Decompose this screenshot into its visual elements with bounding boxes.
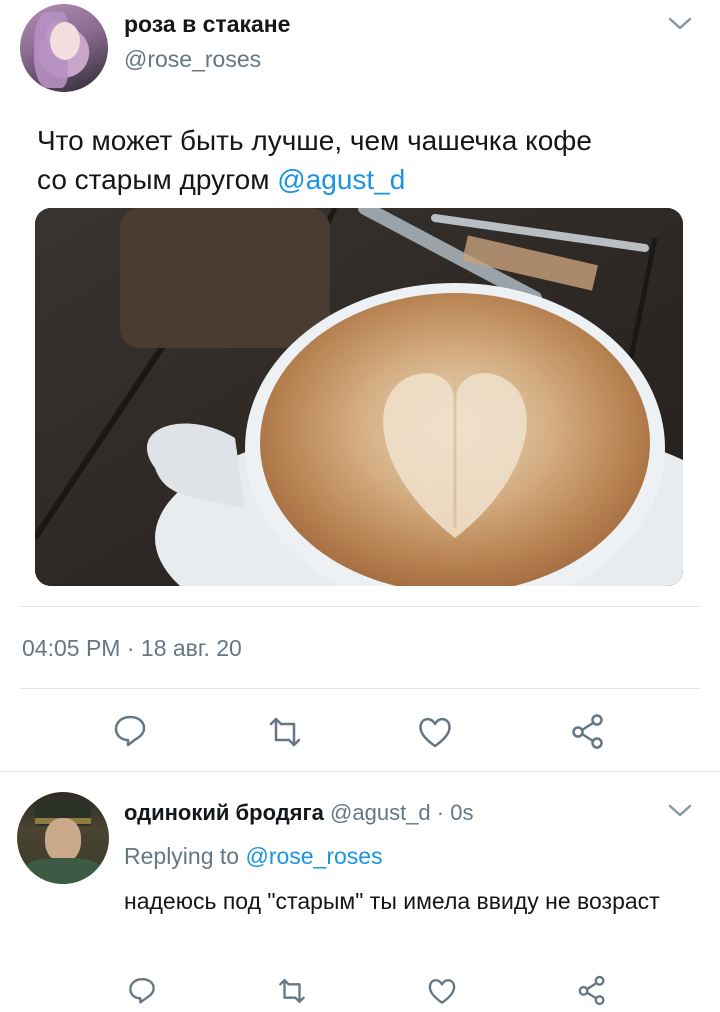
avatar-face (45, 818, 81, 862)
avatar[interactable] (17, 792, 109, 884)
avatar-face (50, 22, 80, 60)
timestamp: 04:05 PM · 18 авг. 20 (22, 635, 242, 662)
heart-icon[interactable] (415, 712, 455, 752)
mention-link[interactable]: @agust_d (277, 164, 405, 195)
share-icon[interactable] (572, 970, 612, 1010)
reply-icon[interactable] (110, 710, 150, 750)
tweet-text: Что может быть лучше, чем чашечка кофе с… (37, 121, 697, 199)
avatar[interactable] (20, 4, 108, 92)
display-name[interactable]: роза в стакане (124, 11, 290, 38)
chevron-down-icon[interactable] (667, 803, 693, 819)
replying-to-handle[interactable]: @rose_roses (245, 843, 382, 869)
replying-to-label: Replying to (124, 843, 246, 869)
reply-display-name[interactable]: одинокий бродяга (124, 800, 324, 825)
reply-text: надеюсь под "старым" ты имела ввиду не в… (124, 888, 660, 914)
share-icon[interactable] (568, 711, 608, 751)
reply-time-separator: · (430, 800, 451, 825)
reply-header: одинокий бродяга @agust_d · 0s (124, 800, 473, 826)
tweet-text-line1: Что может быть лучше, чем чашечка кофе (37, 125, 592, 156)
divider (20, 606, 700, 607)
retweet-icon[interactable] (265, 712, 305, 752)
chevron-down-icon[interactable] (667, 16, 693, 32)
date-separator: · (120, 635, 141, 661)
tweet-photo[interactable] (35, 208, 683, 586)
replying-to: Replying to @rose_roses (124, 843, 383, 870)
tweet-time: 04:05 PM (22, 635, 121, 661)
user-handle[interactable]: @rose_roses (124, 46, 261, 73)
reply-handle[interactable]: @agust_d (330, 800, 431, 825)
heart-icon[interactable] (422, 971, 462, 1011)
tweet-text-line2: со старым другом (37, 164, 278, 195)
avatar-clothes (23, 858, 103, 884)
retweet-icon[interactable] (272, 971, 312, 1011)
reply-icon[interactable] (122, 970, 162, 1010)
tweet-date: 18 авг. 20 (140, 635, 242, 661)
divider (0, 771, 720, 772)
divider (20, 688, 700, 689)
reply-time: 0s (450, 800, 474, 825)
